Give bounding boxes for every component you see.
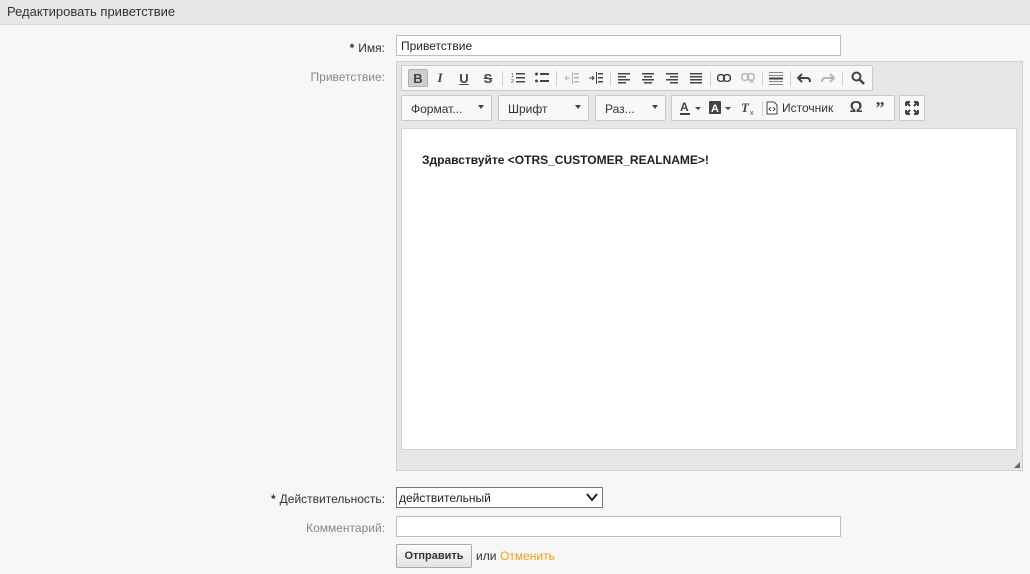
link-icon[interactable] — [714, 69, 734, 87]
chevron-down-icon — [575, 105, 581, 109]
page-title: Редактировать приветствие — [7, 4, 176, 19]
align-center-icon[interactable] — [638, 69, 658, 87]
editor-toolbar-tools — [899, 95, 925, 121]
horizontal-rule-icon[interactable] — [766, 69, 786, 87]
italic-icon[interactable]: I — [430, 69, 450, 87]
editor-content-area[interactable]: Здравствуйте <OTRS_CUSTOMER_REALNAME>! — [401, 128, 1017, 450]
find-icon[interactable] — [848, 69, 868, 87]
text-color-icon[interactable]: A — [678, 99, 704, 117]
resize-handle[interactable] — [1014, 462, 1020, 468]
special-char-icon[interactable]: Ω — [846, 99, 866, 117]
size-combo[interactable]: Раз... — [595, 95, 666, 121]
align-right-icon[interactable] — [662, 69, 682, 87]
font-combo[interactable]: Шрифт — [498, 95, 589, 121]
name-label: * Имя: — [349, 41, 385, 55]
outdent-icon[interactable] — [562, 69, 582, 87]
page-header: Редактировать приветствие — [0, 0, 1030, 25]
maximize-icon[interactable] — [902, 99, 922, 117]
indent-icon[interactable] — [586, 69, 606, 87]
submit-button[interactable]: Отправить — [396, 544, 472, 568]
numbered-list-icon[interactable]: 12 — [508, 69, 528, 87]
unlink-icon[interactable] — [738, 69, 758, 87]
blockquote-icon[interactable]: ” — [870, 98, 890, 118]
or-text: или — [476, 549, 497, 563]
format-combo[interactable]: Формат... — [401, 95, 492, 121]
redo-icon[interactable] — [818, 69, 838, 87]
source-label: Источник — [782, 101, 834, 115]
svg-text:A: A — [711, 103, 719, 115]
greeting-label: Приветствие: — [310, 70, 385, 84]
toolbar-separator — [762, 71, 763, 86]
toolbar-separator — [710, 71, 711, 86]
required-mark: * — [270, 492, 276, 506]
chevron-down-icon — [652, 105, 658, 109]
align-left-icon[interactable] — [614, 69, 634, 87]
validity-select-value: действительный — [399, 491, 491, 505]
svg-text:A: A — [680, 101, 689, 114]
source-button[interactable]: Источник — [766, 99, 842, 117]
comment-input[interactable] — [396, 516, 841, 537]
comment-label: Комментарий: — [306, 521, 385, 535]
svg-text:x: x — [750, 110, 754, 115]
remove-format-icon[interactable]: Tx — [738, 99, 758, 117]
toolbar-separator — [610, 71, 611, 86]
toolbar-separator — [842, 71, 843, 86]
cancel-link[interactable]: Отменить — [500, 549, 555, 563]
toolbar-separator — [790, 71, 791, 86]
required-mark: * — [349, 41, 355, 55]
validity-label: * Действительность: — [270, 492, 385, 506]
rich-text-editor: B I U S 12 Формат... Шрифт Раз... A A T … — [396, 61, 1023, 471]
svg-text:2: 2 — [511, 79, 514, 84]
strikethrough-icon[interactable]: S — [478, 69, 498, 87]
underline-icon[interactable]: U — [454, 69, 474, 87]
toolbar-separator — [762, 101, 763, 116]
toolbar-separator — [556, 71, 557, 86]
align-justify-icon[interactable] — [686, 69, 706, 87]
editor-toolbar-basic: B I U S 12 — [401, 65, 873, 91]
chevron-down-icon — [586, 493, 598, 502]
greeting-text: Здравствуйте <OTRS_CUSTOMER_REALNAME>! — [422, 153, 709, 167]
svg-text:T: T — [741, 101, 750, 115]
bold-icon[interactable]: B — [408, 69, 428, 87]
toolbar-separator — [502, 71, 503, 86]
undo-icon[interactable] — [794, 69, 814, 87]
bulleted-list-icon[interactable] — [532, 69, 552, 87]
validity-select[interactable]: действительный — [396, 487, 603, 508]
editor-toolbar-styles: A A Tx Источник Ω ” — [671, 95, 895, 121]
name-input[interactable] — [396, 35, 841, 56]
background-color-icon[interactable]: A — [708, 99, 734, 117]
chevron-down-icon — [478, 105, 484, 109]
